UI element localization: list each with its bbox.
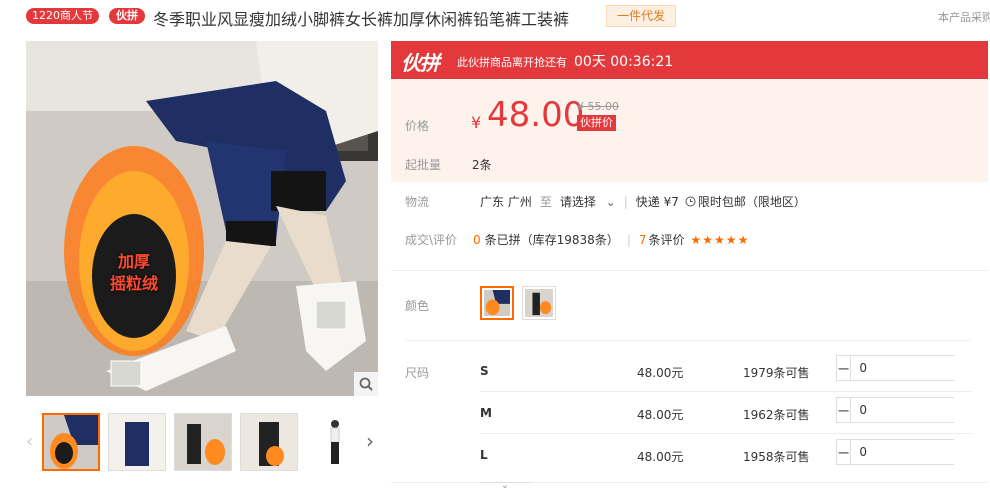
row-divider <box>480 391 972 392</box>
product-title: 冬季职业风显瘦加绒小脚裤女长裤加厚休闲裤铅笔裤工装裤 <box>153 10 570 29</box>
logistics-label: 物流 <box>405 195 430 209</box>
divider-bar: | <box>623 194 628 209</box>
main-product-image[interactable]: 加厚 摇粒绒 <box>26 41 378 396</box>
quantity-input[interactable] <box>851 398 990 422</box>
size-price: 48.00元 <box>637 408 684 422</box>
price-currency: ¥ <box>471 113 482 132</box>
collect-link[interactable]: 本产品采购 <box>938 9 990 25</box>
chevron-down-icon: ⌄ <box>605 195 616 209</box>
thumbnail[interactable] <box>306 413 364 471</box>
reviews-row: 0 条已拼（库存19838条） | 7 条评价 ★★★★★ <box>473 231 749 248</box>
original-price: ¥ 55.00 <box>577 100 619 113</box>
review-text[interactable]: 条评价 <box>649 231 685 248</box>
moq-label: 起批量 <box>405 158 442 172</box>
size-label: 尺码 <box>405 366 430 380</box>
promo-countdown-text: 此伙拼商品离开抢还有 <box>457 56 567 69</box>
sales-reviews-label: 成交\评价 <box>405 233 458 247</box>
zoom-icon[interactable] <box>354 372 378 396</box>
thumbnail[interactable] <box>240 413 298 471</box>
size-name: M <box>480 406 492 420</box>
logistics-row: 广东 广州 至 请选择 ⌄ | 快递 ¥7 限时包邮（限地区） <box>480 193 806 210</box>
size-stock: 1979条可售 <box>743 366 810 380</box>
group-price-tag: 伙拼价 <box>577 115 616 131</box>
origin-location: 广东 广州 <box>480 195 532 209</box>
free-shipping-label: 限时包邮（限地区） <box>697 195 806 209</box>
free-shipping: 限时包邮（限地区） <box>685 193 806 210</box>
quantity-stepper: − + <box>836 397 990 423</box>
destination-label: 请选择 <box>559 195 596 209</box>
thumb-prev-icon[interactable]: ‹ <box>26 431 33 452</box>
price-panel: 价格 ¥ 48.00 ¥ 55.00 伙拼价 起批量 2条 <box>391 79 988 182</box>
quantity-stepper: − + <box>836 355 990 381</box>
quantity-input[interactable] <box>851 356 990 380</box>
price-value: 48.00 <box>487 95 585 135</box>
color-swatch-navy[interactable] <box>480 286 514 320</box>
color-label: 颜色 <box>405 299 430 313</box>
chevron-down-icon: ⌄ <box>500 480 510 491</box>
price-label: 价格 <box>405 119 430 133</box>
fleece-overlay-label: 加厚 摇粒绒 <box>86 251 182 295</box>
thumbnail[interactable] <box>42 413 100 471</box>
sold-text: 条已拼（库存19838条） <box>484 233 619 247</box>
product-photo <box>26 41 378 396</box>
decrement-button[interactable]: − <box>837 356 852 380</box>
row-divider <box>480 433 972 434</box>
star-rating: ★★★★★ <box>690 232 750 247</box>
size-name: L <box>480 448 488 462</box>
quantity-stepper: − + <box>836 439 990 465</box>
destination-select[interactable]: 请选择 ⌄ <box>560 193 616 210</box>
to-separator: 至 <box>539 195 552 209</box>
thumbnail[interactable] <box>108 413 166 471</box>
size-price: 48.00元 <box>637 450 684 464</box>
review-count[interactable]: 7 <box>639 233 647 247</box>
thumbnail[interactable] <box>174 413 232 471</box>
color-swatch-black[interactable] <box>522 286 556 320</box>
size-stock: 1958条可售 <box>743 450 810 464</box>
decrement-button[interactable]: − <box>837 398 852 422</box>
section-divider <box>391 270 988 271</box>
clock-icon <box>685 196 696 207</box>
festival-badge: 1220商人节 <box>26 8 99 24</box>
divider-bar: | <box>626 232 631 247</box>
overlay-line-1: 加厚 <box>117 252 150 271</box>
promo-countdown-timer: 00天 00:36:21 <box>574 54 674 70</box>
group-buy-badge: 伙拼 <box>109 8 145 24</box>
thumb-next-icon[interactable]: › <box>366 429 374 453</box>
dropship-tag[interactable]: 一件代发 <box>606 5 677 27</box>
size-row: L 48.00元 1958条可售 − + <box>480 436 990 474</box>
size-stock: 1962条可售 <box>743 408 810 422</box>
decrement-button[interactable]: − <box>837 440 852 464</box>
thumbnail-strip: ‹ › <box>26 413 378 473</box>
moq-value: 2条 <box>472 158 492 172</box>
size-price: 48.00元 <box>637 366 684 380</box>
express-fee: 快递 ¥7 <box>635 195 679 209</box>
group-buy-promo-bar: 伙拼 此伙拼商品离开抢还有 00天 00:36:21 <box>391 41 988 79</box>
size-name: S <box>480 364 489 378</box>
group-buy-logo: 伙拼 <box>401 51 440 75</box>
title-row: 1220商人节 伙拼 冬季职业风显瘦加绒小脚裤女长裤加厚休闲裤铅笔裤工装裤 一件… <box>0 0 990 34</box>
overlay-line-2: 摇粒绒 <box>109 274 158 293</box>
section-divider <box>405 340 970 341</box>
sold-count[interactable]: 0 <box>473 233 481 247</box>
size-row: M 48.00元 1962条可售 − + <box>480 394 990 432</box>
quantity-input[interactable] <box>851 440 990 464</box>
expand-sizes-toggle[interactable]: ⌄ <box>480 480 530 491</box>
size-row: S 48.00元 1979条可售 − + <box>480 352 990 390</box>
